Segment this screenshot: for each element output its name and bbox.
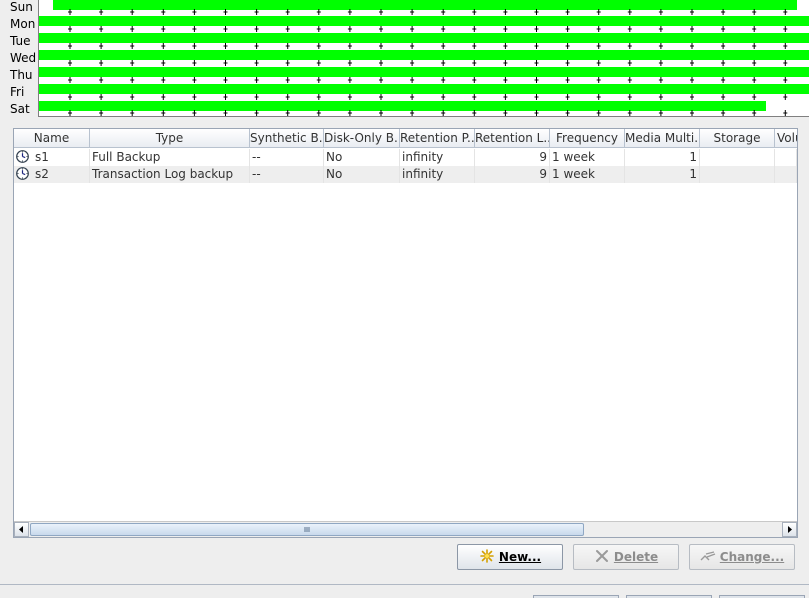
column-header-disk-only-backup[interactable]: Disk-Only B... xyxy=(324,129,400,148)
day-label-wed: Wed xyxy=(10,51,37,65)
hour-ticks xyxy=(68,110,788,116)
disk-only-value: No xyxy=(324,149,400,166)
day-label-tue: Tue xyxy=(10,34,31,48)
storage-value xyxy=(700,149,775,166)
retention-level-value: 9 xyxy=(475,149,550,166)
column-header-retention-period[interactable]: Retention P... xyxy=(400,129,475,148)
retention-level-value: 9 xyxy=(475,166,550,183)
schedule-name: s2 xyxy=(35,167,49,181)
schedule-window-tue[interactable] xyxy=(39,33,809,43)
new-button-label: New... xyxy=(498,550,542,564)
column-header-name[interactable]: Name xyxy=(14,129,90,148)
day-label-sat: Sat xyxy=(10,102,30,116)
day-label-thu: Thu xyxy=(10,68,33,82)
change-button-label: Change... xyxy=(719,550,785,564)
schedules-table: Name Type Synthetic B... Disk-Only B... … xyxy=(13,128,798,538)
frequency-value: 1 week xyxy=(550,166,625,183)
schedule-name: s1 xyxy=(35,150,49,164)
column-header-frequency[interactable]: Frequency xyxy=(550,129,625,148)
schedule-window-mon[interactable] xyxy=(39,16,809,26)
day-label-sun: Sun xyxy=(10,0,33,14)
column-header-synthetic-backup[interactable]: Synthetic B... xyxy=(250,129,324,148)
clock-icon xyxy=(16,150,29,163)
synthetic-backup-value: -- xyxy=(250,166,324,183)
scrollbar-thumb[interactable] xyxy=(30,523,584,536)
synthetic-backup-value: -- xyxy=(250,149,324,166)
volume-value xyxy=(775,149,797,166)
schedule-window-wed[interactable] xyxy=(39,50,809,60)
column-header-storage[interactable]: Storage xyxy=(700,129,775,148)
column-header-retention-level[interactable]: Retention L... xyxy=(475,129,550,148)
clock-icon xyxy=(16,167,29,180)
day-label-fri: Fri xyxy=(10,85,25,99)
table-row[interactable]: s1 Full Backup -- No infinity 9 1 week 1 xyxy=(14,149,797,166)
scroll-left-button[interactable] xyxy=(14,522,29,537)
storage-value xyxy=(700,166,775,183)
schedule-type: Transaction Log backup xyxy=(90,166,250,183)
panel-divider xyxy=(0,584,809,585)
delete-button-label: Delete xyxy=(613,550,659,564)
table-row[interactable]: s2 Transaction Log backup -- No infinity… xyxy=(14,166,797,183)
table-header: Name Type Synthetic B... Disk-Only B... … xyxy=(14,129,797,149)
hour-ticks xyxy=(68,26,788,32)
grip-icon xyxy=(304,527,310,532)
frequency-value: 1 week xyxy=(550,149,625,166)
weekly-schedule: Sun Mon Tue Wed Thu Fri Sat xyxy=(0,0,809,118)
volume-value xyxy=(775,166,797,183)
delete-schedule-button[interactable]: Delete xyxy=(573,544,679,570)
disk-only-value: No xyxy=(324,166,400,183)
scroll-right-button[interactable] xyxy=(782,522,797,537)
retention-period-value: infinity xyxy=(400,166,475,183)
column-header-type[interactable]: Type xyxy=(90,129,250,148)
hour-ticks xyxy=(68,94,788,100)
change-schedule-button[interactable]: Change... xyxy=(689,544,795,570)
media-multiplexing-value: 1 xyxy=(625,149,700,166)
hour-ticks xyxy=(68,43,788,49)
hour-ticks xyxy=(68,9,788,15)
column-header-volume[interactable]: Volu xyxy=(775,129,797,148)
day-label-mon: Mon xyxy=(10,17,36,31)
schedule-window-area[interactable] xyxy=(38,0,809,117)
media-multiplexing-value: 1 xyxy=(625,166,700,183)
schedule-type: Full Backup xyxy=(90,149,250,166)
x-icon xyxy=(595,550,608,562)
column-header-media-multiplexing[interactable]: Media Multi... xyxy=(625,129,700,148)
horizontal-scrollbar[interactable] xyxy=(14,521,797,537)
schedule-window-fri[interactable] xyxy=(39,84,809,94)
arrow-right-icon xyxy=(788,526,792,533)
new-schedule-button[interactable]: New... xyxy=(457,544,563,570)
retention-period-value: infinity xyxy=(400,149,475,166)
sparkle-icon xyxy=(480,549,494,563)
hour-ticks xyxy=(68,60,788,66)
edit-icon xyxy=(700,551,716,561)
arrow-left-icon xyxy=(19,526,23,533)
hour-ticks xyxy=(68,77,788,83)
schedule-window-thu[interactable] xyxy=(39,67,809,77)
